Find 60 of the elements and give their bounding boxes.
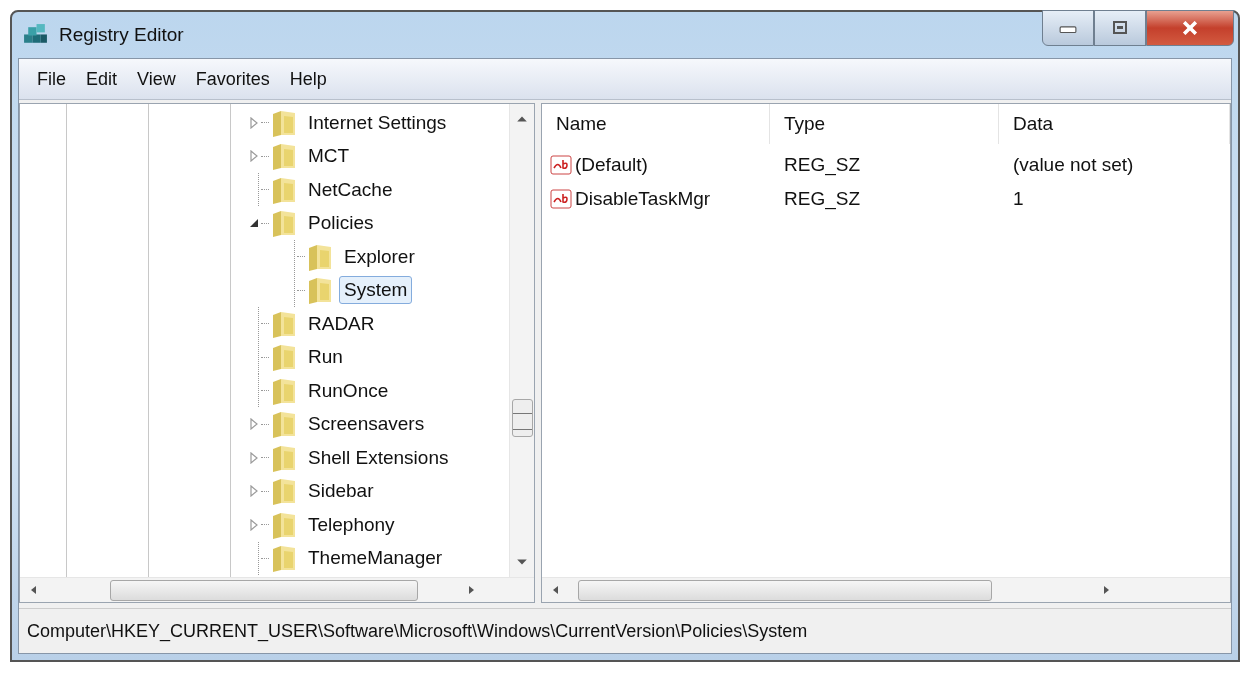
- tree-item[interactable]: Telephony: [303, 510, 400, 539]
- value-data: (value not set): [1012, 154, 1135, 176]
- column-header[interactable]: Type: [770, 104, 999, 144]
- scroll-thumb[interactable]: [110, 579, 418, 601]
- tree-item[interactable]: Shell Extensions: [303, 443, 454, 472]
- tree-item[interactable]: RunOnce: [303, 376, 394, 405]
- expand-icon[interactable]: [249, 418, 259, 431]
- scroll-down-icon[interactable]: [516, 557, 528, 567]
- expand-icon[interactable]: [249, 518, 259, 531]
- folder-icon: [307, 275, 333, 306]
- folder-icon: [271, 409, 297, 440]
- menu-item[interactable]: Favorites: [185, 64, 280, 94]
- menu-item[interactable]: View: [127, 64, 186, 94]
- scroll-thumb[interactable]: [511, 399, 533, 437]
- tree-item[interactable]: ThemeManager: [303, 544, 448, 573]
- tree-item[interactable]: System: [339, 276, 413, 305]
- window-title: Registry Editor: [59, 24, 184, 46]
- maximize-icon: [1111, 21, 1129, 35]
- folder-icon: [271, 543, 297, 574]
- folder-icon: [271, 476, 297, 507]
- expand-icon[interactable]: [249, 451, 259, 464]
- folder-icon: [271, 141, 297, 172]
- expand-icon[interactable]: [249, 485, 259, 498]
- scroll-left-icon[interactable]: [552, 585, 560, 595]
- vertical-scrollbar[interactable]: [509, 104, 534, 577]
- scroll-up-icon[interactable]: [516, 114, 528, 124]
- tree-item[interactable]: Run: [303, 343, 348, 372]
- string-value-icon: [550, 189, 572, 209]
- expand-icon[interactable]: [249, 116, 259, 129]
- tree-item[interactable]: Internet Settings: [303, 108, 452, 137]
- minimize-button[interactable]: [1042, 10, 1094, 46]
- folder-icon: [271, 342, 297, 373]
- folder-icon: [271, 208, 297, 239]
- horizontal-scrollbar[interactable]: [20, 577, 534, 602]
- menu-item[interactable]: File: [27, 64, 76, 94]
- value-data: 1: [1012, 188, 1025, 210]
- column-header[interactable]: Name: [542, 104, 770, 144]
- menu-item[interactable]: Edit: [76, 64, 128, 94]
- expand-icon[interactable]: [249, 150, 259, 163]
- value-name[interactable]: DisableTaskMgr: [575, 188, 711, 210]
- value-type: REG_SZ: [783, 154, 862, 176]
- tree-item[interactable]: RADAR: [303, 309, 380, 338]
- maximize-button[interactable]: [1094, 10, 1146, 46]
- column-header[interactable]: Data: [999, 104, 1230, 144]
- scroll-left-icon[interactable]: [30, 585, 38, 595]
- close-icon: [1181, 21, 1199, 35]
- value-name[interactable]: (Default): [575, 154, 648, 176]
- tree-item[interactable]: NetCache: [303, 175, 398, 204]
- menu-item[interactable]: Help: [279, 64, 337, 94]
- collapse-icon[interactable]: [249, 217, 259, 230]
- tree-item[interactable]: Explorer: [339, 242, 420, 271]
- tree-item[interactable]: Sidebar: [303, 477, 379, 506]
- string-value-icon: [550, 155, 572, 175]
- scroll-thumb[interactable]: [578, 579, 992, 601]
- close-button[interactable]: [1146, 10, 1234, 46]
- tree-item[interactable]: Screensavers: [303, 410, 430, 439]
- tree-item[interactable]: Policies: [303, 209, 379, 238]
- value-type: REG_SZ: [783, 188, 862, 210]
- horizontal-scrollbar[interactable]: [542, 577, 1230, 602]
- tree-item[interactable]: MCT: [303, 142, 355, 171]
